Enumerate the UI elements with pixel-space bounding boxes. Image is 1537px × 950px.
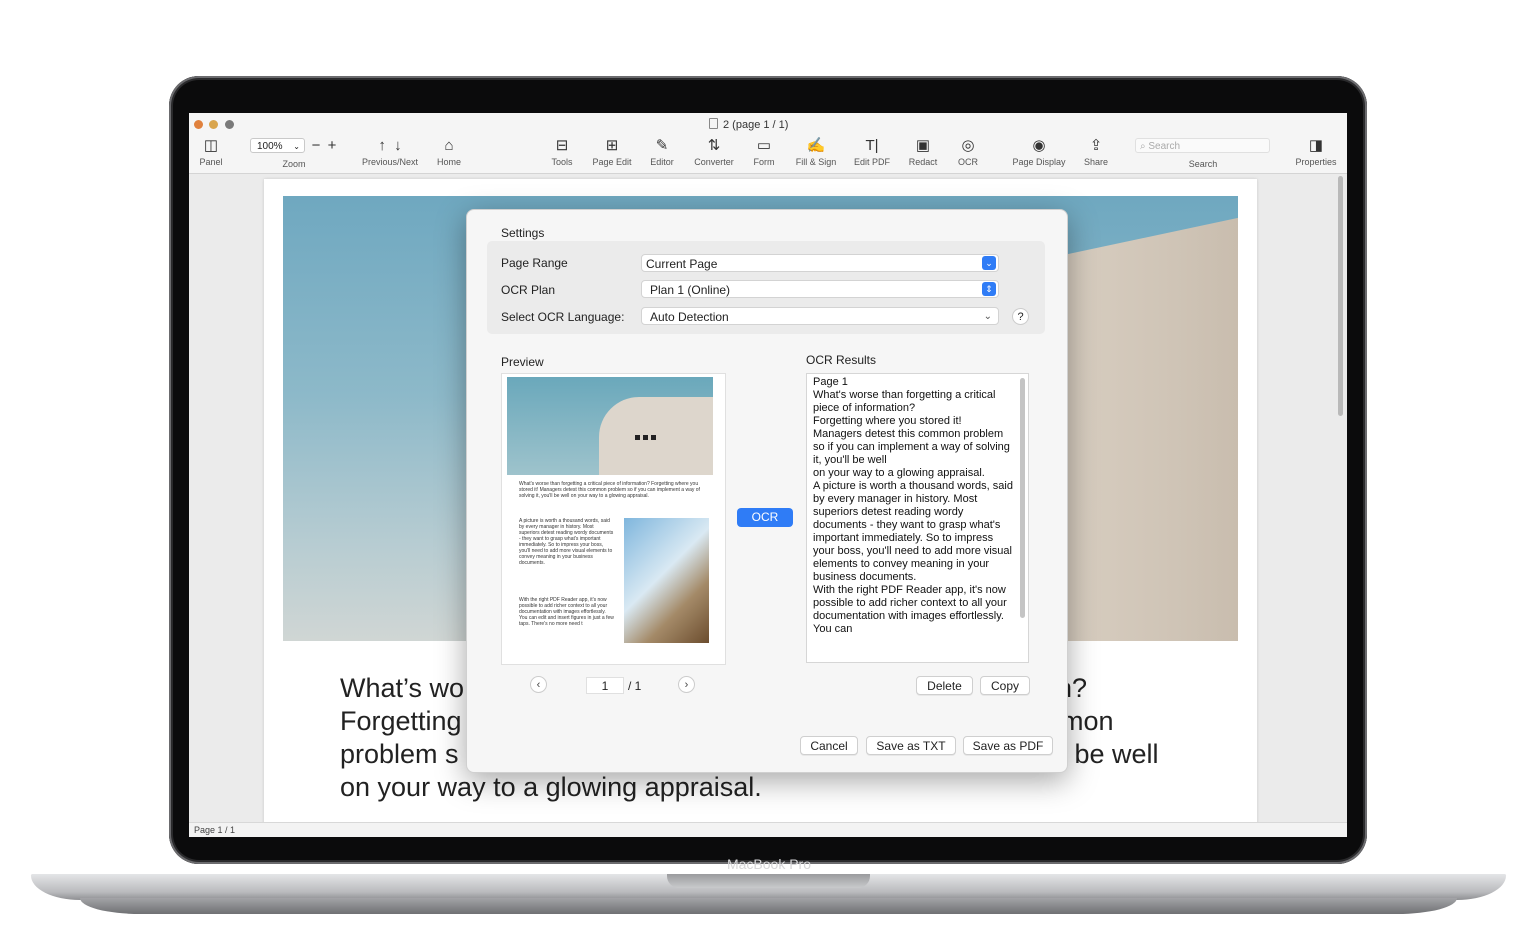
page-number-input[interactable]: 1 (586, 677, 624, 694)
edit-pdf-button[interactable]: T| Edit PDF (851, 137, 893, 167)
edit-icon: ✎ (655, 137, 669, 154)
ocr-toolbar-button[interactable]: ◎ OCR (953, 137, 983, 167)
save-txt-button[interactable]: Save as TXT (866, 736, 956, 755)
page-range-select[interactable]: Current Page ⌄ (641, 254, 999, 272)
preview-paragraph: With the right PDF Reader app, it's now … (519, 597, 614, 627)
preview-paragraph: A picture is worth a thousand words, sai… (519, 518, 614, 566)
status-bar: Page 1 / 1 (189, 822, 1347, 837)
home-icon: ⌂ (444, 137, 454, 154)
text-cursor-icon: T| (865, 137, 879, 154)
arrow-up-down-icon: ↑ ↓ (378, 137, 402, 154)
ocr-plan-label: OCR Plan (501, 283, 556, 297)
previous-next-buttons[interactable]: ↑ ↓ Previous/Next (357, 137, 423, 167)
laptop-notch (667, 874, 870, 888)
toolbox-icon: ⊟ (555, 137, 569, 154)
ocr-plan-select[interactable]: Plan 1 (Online) ⇕ (641, 280, 999, 298)
zoom-in-button[interactable]: + (326, 137, 338, 155)
page-text-fragment: l be well (1061, 739, 1159, 769)
properties-button[interactable]: ◨ Properties (1290, 137, 1342, 167)
share-icon: ⇪ (1089, 137, 1103, 154)
document-icon (709, 118, 718, 129)
share-button[interactable]: ⇪ Share (1079, 137, 1113, 167)
help-button[interactable]: ? (1012, 308, 1029, 325)
form-button[interactable]: ▭ Form (749, 137, 779, 167)
grid-icon: ⊞ (605, 137, 619, 154)
chevron-down-icon: ⌄ (293, 142, 300, 151)
preview-pane: What's worse than forgetting a critical … (501, 373, 726, 665)
editor-button[interactable]: ✎ Editor (645, 137, 679, 167)
home-button[interactable]: ⌂ Home (434, 137, 464, 167)
ocr-icon: ◎ (961, 137, 975, 154)
delete-button[interactable]: Delete (916, 676, 973, 695)
zoom-window-button[interactable] (225, 120, 234, 129)
chevron-down-icon: ⌄ (982, 256, 996, 270)
eye-icon: ◉ (1032, 137, 1046, 154)
minimize-window-button[interactable] (209, 120, 218, 129)
cancel-button[interactable]: Cancel (800, 736, 858, 755)
preview-paragraph: What's worse than forgetting a critical … (519, 481, 700, 499)
updown-chevron-icon: ⇕ (982, 282, 996, 296)
properties-icon: ◨ (1308, 137, 1324, 154)
search-label: Search (1188, 159, 1218, 169)
form-icon: ▭ (756, 137, 772, 154)
ocr-run-button[interactable]: OCR (737, 508, 793, 527)
toolbar: 2 (page 1 / 1) ◫ Panel 100% ⌄ − + Zoom ↑ … (189, 113, 1347, 174)
ocr-dialog: Settings Page Range Current Page ⌄ OCR P… (466, 209, 1068, 773)
app-window: 2 (page 1 / 1) ◫ Panel 100% ⌄ − + Zoom ↑ … (189, 113, 1347, 837)
page-display-button[interactable]: ◉ Page Display (1009, 137, 1069, 167)
preview-label: Preview (501, 355, 544, 369)
settings-title: Settings (501, 226, 545, 240)
ocr-results-label: OCR Results (806, 353, 877, 367)
page-range-label: Page Range (501, 256, 568, 270)
ocr-language-select[interactable]: Auto Detection ⌄ (641, 307, 999, 325)
device-brand: MacBook Pro (726, 856, 812, 872)
fill-sign-button[interactable]: ✍ Fill & Sign (791, 137, 841, 167)
ocr-results-textarea[interactable]: Page 1 What's worse than forgetting a cr… (806, 373, 1029, 663)
close-window-button[interactable] (194, 120, 203, 129)
preview-thumbnail: What's worse than forgetting a critical … (507, 377, 719, 662)
document-scrollbar[interactable] (1338, 176, 1343, 416)
page-total: / 1 (628, 679, 642, 693)
tools-button[interactable]: ⊟ Tools (547, 137, 577, 167)
prev-page-button[interactable]: ‹ (530, 676, 547, 693)
sidebar-icon: ◫ (203, 137, 219, 154)
converter-button[interactable]: ⇅ Converter (689, 137, 739, 167)
copy-button[interactable]: Copy (980, 676, 1030, 695)
redact-button[interactable]: ▣ Redact (904, 137, 942, 167)
signature-icon: ✍ (806, 137, 826, 154)
ocr-results-text: Page 1 What's worse than forgetting a cr… (813, 376, 1013, 635)
redact-icon: ▣ (915, 137, 931, 154)
next-page-button[interactable]: › (678, 676, 695, 693)
results-scrollbar[interactable] (1020, 378, 1025, 618)
zoom-label: Zoom (282, 159, 306, 169)
preview-photo (624, 518, 709, 643)
panel-button[interactable]: ◫ Panel (199, 137, 223, 167)
preview-hero-image (507, 377, 713, 475)
save-pdf-button[interactable]: Save as PDF (963, 736, 1053, 755)
laptop-base-edge (80, 898, 1457, 914)
zoom-select[interactable]: 100% ⌄ (250, 138, 305, 153)
chevron-down-icon: ⌄ (983, 311, 992, 322)
page-text-fragment: mon (1061, 706, 1114, 736)
page-edit-button[interactable]: ⊞ Page Edit (589, 137, 635, 167)
window-title: 2 (page 1 / 1) (709, 118, 909, 131)
search-input[interactable]: ⌕ Search (1135, 138, 1270, 153)
convert-icon: ⇅ (707, 137, 721, 154)
zoom-out-button[interactable]: − (310, 137, 322, 155)
ocr-language-label: Select OCR Language: (501, 310, 625, 324)
